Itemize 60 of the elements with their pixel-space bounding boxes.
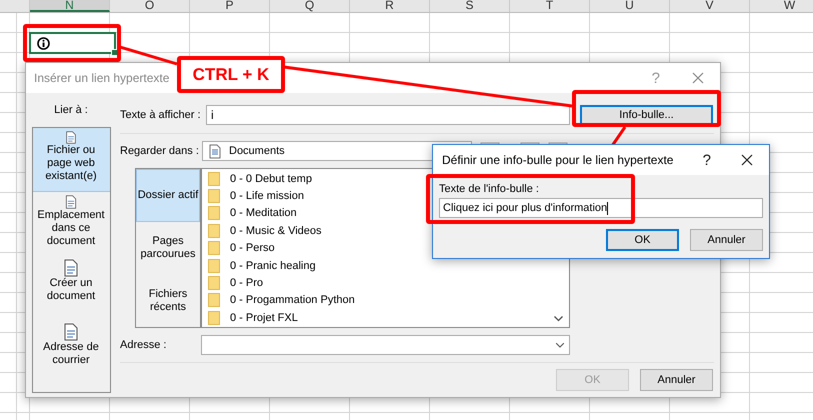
column-header[interactable]: W bbox=[750, 0, 813, 12]
scroll-down-icon[interactable] bbox=[554, 316, 563, 322]
folder-icon bbox=[208, 241, 222, 256]
link-to-label: Lier à : bbox=[54, 103, 88, 118]
connector-line bbox=[610, 126, 626, 147]
dialog-button[interactable]: Annuler bbox=[690, 229, 763, 251]
display-text-label: Texte à afficher : bbox=[120, 109, 202, 121]
selected-cell[interactable] bbox=[29, 32, 116, 54]
file-list-item[interactable]: 0 - Music & Videos bbox=[230, 224, 322, 237]
folder-icon bbox=[208, 310, 222, 325]
dialog-title: Insérer un lien hypertexte bbox=[34, 71, 170, 85]
document-icon bbox=[209, 144, 221, 158]
tooltip-text-label: Texte de l'info-bulle : bbox=[439, 183, 540, 197]
column-header[interactable]: P bbox=[190, 0, 270, 12]
dialog-button[interactable]: Annuler bbox=[640, 369, 713, 391]
dialog-button[interactable]: OK bbox=[606, 229, 679, 251]
address-field[interactable] bbox=[201, 335, 570, 355]
document-icon bbox=[63, 259, 79, 277]
column-header[interactable]: N bbox=[30, 0, 110, 12]
file-list-item[interactable]: 0 - Life mission bbox=[230, 190, 304, 202]
file-list-item[interactable]: 0 - Progammation Python bbox=[230, 294, 355, 306]
folder-icon bbox=[208, 206, 222, 220]
info-icon bbox=[37, 36, 50, 50]
file-list-item[interactable]: 0 - Pranic healing bbox=[230, 260, 316, 272]
file-list-item[interactable]: 0 - 0 Debut temp bbox=[230, 172, 312, 185]
address-label: Adresse : bbox=[120, 339, 168, 351]
shortcut-label: CTRL + K bbox=[177, 56, 285, 93]
file-list-item[interactable]: 0 - Pro bbox=[230, 277, 264, 290]
tooltip-button[interactable]: Info-bulle... bbox=[580, 105, 713, 125]
browse-tab[interactable]: Dossier actif bbox=[136, 169, 200, 222]
look-in-label: Regarder dans : bbox=[120, 145, 200, 157]
folder-icon bbox=[208, 258, 222, 273]
tooltip-text-field[interactable]: Cliquez ici pour plus d'information bbox=[439, 198, 763, 218]
folder-icon bbox=[208, 224, 222, 238]
document-icon bbox=[63, 195, 79, 209]
folder-icon bbox=[208, 276, 222, 290]
caret-icon bbox=[556, 343, 564, 348]
link-target-item[interactable]: Adresse de courrier bbox=[32, 320, 110, 384]
file-list-item[interactable]: 0 - Perso bbox=[230, 242, 275, 254]
help-button[interactable]: ? bbox=[702, 152, 711, 168]
link-target-item[interactable]: Emplacement dans ce document bbox=[32, 192, 110, 256]
column-header[interactable]: T bbox=[510, 0, 590, 12]
file-list-item[interactable]: 0 - Meditation bbox=[230, 207, 297, 220]
browse-tab[interactable]: Fichiers récents bbox=[136, 274, 200, 327]
column-header[interactable]: V bbox=[670, 0, 750, 12]
column-header[interactable]: R bbox=[350, 0, 430, 12]
folder-icon bbox=[208, 189, 222, 204]
folder-icon bbox=[208, 293, 222, 308]
column-header[interactable]: U bbox=[590, 0, 670, 12]
file-list-item[interactable]: 0 - Projet FXL bbox=[230, 312, 298, 324]
display-text-field[interactable]: i bbox=[206, 105, 570, 125]
close-icon[interactable] bbox=[741, 154, 753, 166]
document-icon bbox=[63, 323, 79, 341]
link-target-item[interactable]: Créer un document bbox=[32, 256, 110, 320]
browse-tab[interactable]: Pages parcourues bbox=[136, 222, 200, 274]
column-header[interactable]: O bbox=[110, 0, 190, 12]
folder-icon bbox=[208, 172, 222, 186]
column-header[interactable]: S bbox=[430, 0, 510, 12]
column-header[interactable]: Q bbox=[270, 0, 350, 12]
link-target-item[interactable]: Fichier ou page web existant(e) bbox=[32, 128, 110, 192]
